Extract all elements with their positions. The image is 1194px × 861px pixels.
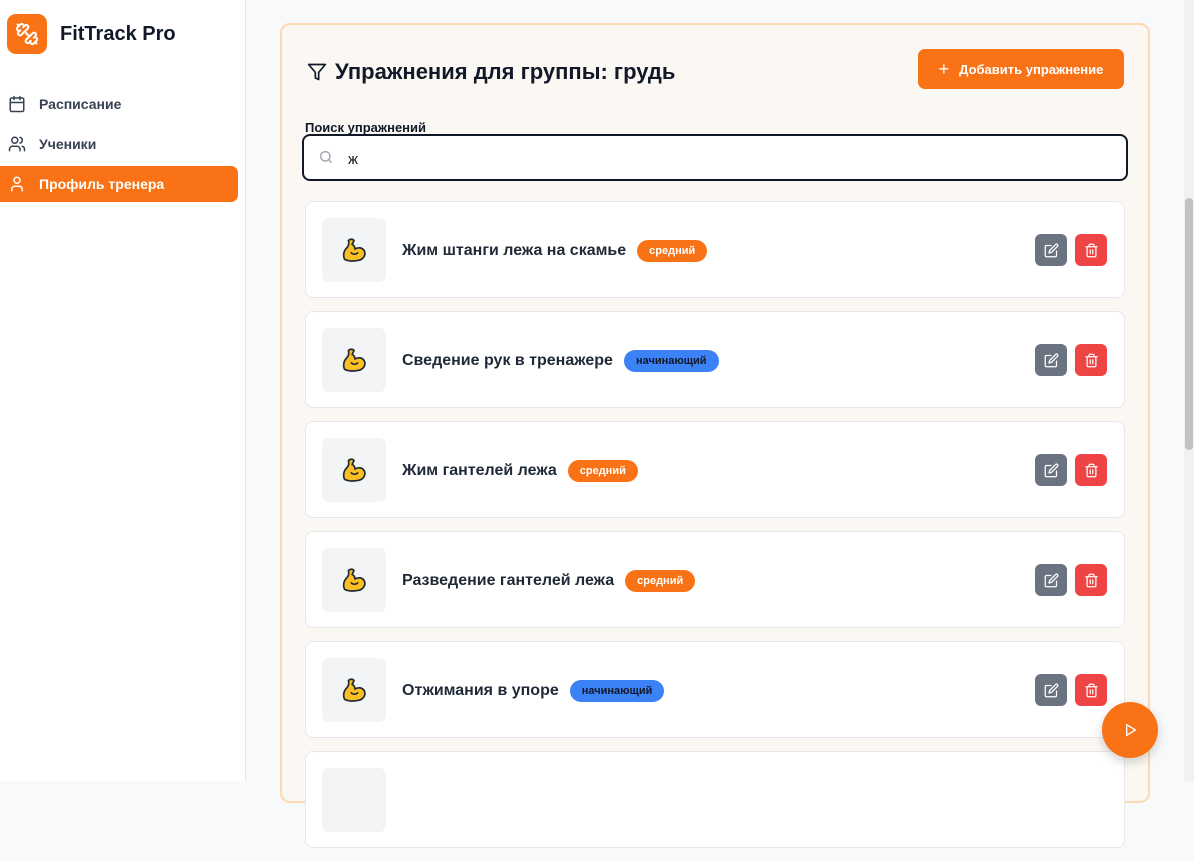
edit-icon	[1044, 463, 1058, 477]
exercise-info: Отжимания в упоре начинающий	[402, 642, 665, 739]
difficulty-badge: начинающий	[569, 679, 665, 702]
edit-button[interactable]	[1035, 234, 1067, 266]
app-name: FitTrack Pro	[60, 22, 176, 45]
edit-button[interactable]	[1035, 344, 1067, 376]
exercise-list: Жим штанги лежа на скамье средний Сведен…	[305, 201, 1125, 861]
biceps-icon	[322, 328, 386, 392]
trash-icon	[1084, 243, 1098, 257]
edit-icon	[1044, 243, 1058, 257]
sidebar-item-label: Профиль тренера	[39, 176, 165, 192]
search-input[interactable]	[346, 145, 1110, 173]
calendar-icon	[8, 95, 26, 113]
page-title: Упражнения для группы: грудь	[307, 59, 675, 85]
exercise-name: Сведение рук в тренажере	[402, 351, 613, 369]
exercise-info: Жим штанги лежа на скамье средний	[402, 202, 708, 299]
exercise-info: Сведение рук в тренажере начинающий	[402, 312, 719, 409]
exercise-name: Жим штанги лежа на скамье	[402, 241, 627, 259]
sidebar: FitTrack Pro Расписание Ученики Профиль …	[0, 0, 246, 781]
scrollbar-thumb[interactable]	[1185, 198, 1193, 450]
difficulty-badge: средний	[567, 459, 638, 482]
play-button[interactable]	[1102, 702, 1158, 758]
edit-button[interactable]	[1035, 564, 1067, 596]
edit-button[interactable]	[1035, 674, 1067, 706]
sidebar-item-label: Расписание	[39, 96, 122, 112]
edit-icon	[1044, 683, 1058, 697]
search-label: Поиск упражнений	[305, 120, 427, 135]
add-exercise-label: Добавить упражнение	[959, 61, 1104, 77]
sidebar-nav: Расписание Ученики Профиль тренера	[0, 86, 238, 206]
delete-button[interactable]	[1075, 344, 1107, 376]
search-field[interactable]	[302, 134, 1128, 181]
biceps-icon	[322, 768, 386, 832]
delete-button[interactable]	[1075, 454, 1107, 486]
search-icon	[318, 149, 334, 165]
sidebar-item-students[interactable]: Ученики	[0, 126, 238, 162]
sidebar-item-trainer-profile[interactable]: Профиль тренера	[0, 166, 238, 202]
delete-button[interactable]	[1075, 674, 1107, 706]
exercise-info: Жим гантелей лежа средний	[402, 422, 638, 519]
delete-button[interactable]	[1075, 234, 1107, 266]
user-icon	[8, 175, 26, 193]
difficulty-badge: средний	[637, 239, 708, 262]
exercise-card: Жим гантелей лежа средний	[305, 421, 1125, 518]
exercises-panel: Упражнения для группы: грудь + Добавить …	[280, 23, 1150, 848]
users-icon	[8, 135, 26, 153]
exercise-info: Разведение гантелей лежа средний	[402, 532, 696, 629]
trash-icon	[1084, 683, 1098, 697]
exercise-card: Разведение гантелей лежа средний	[305, 531, 1125, 628]
filter-icon	[307, 62, 327, 82]
exercise-card-partial	[305, 751, 1125, 848]
exercise-card: Отжимания в упоре начинающий	[305, 641, 1125, 738]
sidebar-item-label: Ученики	[39, 136, 97, 152]
biceps-icon	[322, 658, 386, 722]
play-icon	[1126, 724, 1136, 736]
delete-button[interactable]	[1075, 564, 1107, 596]
trash-icon	[1084, 463, 1098, 477]
exercise-card: Жим штанги лежа на скамье средний	[305, 201, 1125, 298]
brand[interactable]: FitTrack Pro	[7, 14, 176, 54]
page-title-text: Упражнения для группы: грудь	[335, 59, 676, 84]
exercise-name: Отжимания в упоре	[402, 681, 559, 699]
trash-icon	[1084, 353, 1098, 367]
exercise-name: Разведение гантелей лежа	[402, 571, 615, 589]
scrollbar[interactable]	[1184, 0, 1194, 781]
add-exercise-button[interactable]: + Добавить упражнение	[918, 49, 1124, 89]
edit-icon	[1044, 573, 1058, 587]
biceps-icon	[322, 218, 386, 282]
edit-icon	[1044, 353, 1058, 367]
dumbbell-logo-icon	[7, 14, 47, 54]
biceps-icon	[322, 438, 386, 502]
exercise-card: Сведение рук в тренажере начинающий	[305, 311, 1125, 408]
difficulty-badge: начинающий	[623, 349, 719, 372]
trash-icon	[1084, 573, 1098, 587]
exercise-name: Жим гантелей лежа	[402, 461, 557, 479]
biceps-icon	[322, 548, 386, 612]
edit-button[interactable]	[1035, 454, 1067, 486]
sidebar-item-schedule[interactable]: Расписание	[0, 86, 238, 122]
difficulty-badge: средний	[625, 569, 696, 592]
plus-icon: +	[938, 59, 950, 79]
